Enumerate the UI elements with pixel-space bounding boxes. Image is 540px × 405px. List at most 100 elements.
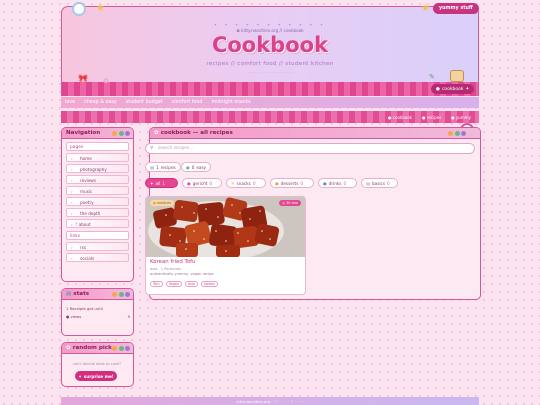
nav-comfort-food[interactable]: comfort food [172,100,203,105]
recipe-card[interactable]: ● medium ◷ 30 min Korean fried Tofu asia… [145,196,306,295]
stats-views-text: views [70,314,82,319]
recipe-tag[interactable]: Vegan [166,281,182,287]
search-input[interactable]: ⚲ search recipes... [145,143,475,154]
recipe-tag[interactable]: korean [201,281,218,287]
breadcrumb: ● cookbook ● recipes ● yummy [61,111,479,123]
sidebar-item-rss[interactable]: rss [66,241,129,251]
filter-all-label: all [155,180,161,186]
recipes-count: 1 [155,164,159,170]
recipes-panel-title: cookbook — all recipes [160,130,233,136]
stats-panel: ▤ stats 1 Receipts got until ● views 5 [61,288,134,336]
ramen-bowl-icon [450,70,464,82]
filter-gericht-count: 0 [209,180,213,186]
minimize-icon[interactable] [112,291,117,297]
bow-icon: 🎀 [78,74,88,83]
site-footer: kitty.neocities.org · ♡ · · · · · ♡ · · … [61,397,479,405]
surprise-me-button[interactable]: ✦ surprise me! [75,371,117,381]
filter-basics-count: 0 [387,180,390,186]
filter-desserts-label: desserts [280,180,299,186]
close-icon[interactable] [125,291,130,297]
stats-title: stats [73,291,90,297]
stats-views-row: ● views 5 [66,314,130,319]
filter-desserts[interactable]: ● desserts 0 [270,178,314,188]
recipe-tag[interactable]: Tofu [150,281,163,287]
navigation-panel-header: Navigation [62,128,133,139]
dessert-icon: ● [275,180,279,186]
recipe-title[interactable]: Korean fried Tofu [150,259,195,265]
nav-cheap-easy[interactable]: cheap & easy [84,100,117,105]
maximize-icon[interactable] [118,345,124,351]
close-icon[interactable] [125,345,130,351]
window-controls [112,130,130,136]
sparkle-icon: ✦ [465,86,470,92]
maximize-icon[interactable] [118,291,124,297]
nav-midnight-snacks[interactable]: midnight snacks [211,100,250,105]
difficulty-label: medium [156,201,171,205]
stats-line-1: 1 Receipts got until [66,306,103,311]
breadcrumb-cookbook[interactable]: ● cookbook [388,115,412,120]
recipe-description: authentically yummy, vegan recipe [150,272,214,276]
filter-drinks[interactable]: ● drinks 0 [318,178,357,188]
nav-student-budget[interactable]: student budget [126,100,163,105]
time-label: 30 min [286,201,298,205]
window-controls [112,345,130,351]
sparkle-icon: ✦ [150,180,154,186]
close-icon[interactable] [461,130,466,136]
difficulty-badge: ● medium [150,200,174,206]
star-icon: ★ [421,3,430,14]
nav-love[interactable]: love [65,100,75,105]
maximize-icon[interactable] [118,130,124,136]
star-icon: ★ [96,3,105,14]
filter-desserts-count: 0 [300,180,304,186]
minimize-icon[interactable] [448,130,453,136]
filter-snacks-label: snacks [236,180,251,186]
dice-icon: ✿ [66,345,71,351]
close-icon[interactable] [125,130,130,136]
sidebar-item-home[interactable]: home [66,152,129,162]
drink-icon: ● [323,180,327,186]
yummy-stuff-button[interactable]: yummy stuff [433,3,479,14]
maximize-icon[interactable] [454,130,460,136]
sparkle-icon: ✦ [78,373,82,379]
pot-icon: ● [187,180,191,186]
site-title: Cookbook [211,33,329,57]
easy-count-chip[interactable]: ● 0 easy [181,162,212,172]
sidebar-item-photography[interactable]: photography [66,163,129,173]
time-badge: ◷ 30 min [279,200,301,206]
sparkle-row: ✦ ✦ ✦ ✦ ✦ ✦ ✦ ✦ ✦ ✦ ✦ [213,22,327,27]
navigation-panel: Navigation pages home photography review… [61,127,134,282]
sidebar-item-about-label: about [78,221,91,227]
sidebar-item-poetry[interactable]: poetry [66,196,129,206]
links-section-label: links [66,231,129,240]
sidebar-item-socials[interactable]: socials [66,252,129,262]
leaf-icon: ✿ [154,130,159,136]
recipes-count-chip[interactable]: ▤ 1 recipes [145,162,181,172]
sidebar-item-about[interactable]: ? about [66,218,129,228]
green-dot-icon: ● [186,164,190,170]
site-header: ✦ ✦ ✦ ✦ ✦ ✦ ✦ ✦ ✦ ✦ ✦ ✿ kitty.neocities.… [61,6,479,94]
random-prompt: can't decide what to cook? [72,362,122,366]
recipes-count-label: recipes [160,164,176,170]
sidebar-item-reviews[interactable]: reviews [66,174,129,184]
minimize-icon[interactable] [112,345,117,351]
sidebar-item-music[interactable]: music [66,185,129,195]
recipe-tag[interactable]: Asia [185,281,198,287]
filter-snacks-count: 0 [252,180,256,186]
breadcrumb-yummy[interactable]: ● yummy [451,115,471,120]
stats-views-label: ● views [66,314,82,319]
search-icon: ⚲ [150,146,154,151]
cookbook-pill[interactable]: ● cookbook ✦ [431,84,475,94]
breadcrumb-recipes-label: recipes [426,114,442,120]
pencil-icon: ✎ [429,73,435,81]
filter-gericht[interactable]: ● gericht 0 [182,178,222,188]
filter-gericht-label: gericht [192,180,208,186]
breadcrumb-recipes[interactable]: ● recipes [422,115,441,120]
filter-snacks[interactable]: ✎ snacks 0 [226,178,266,188]
sidebar-item-the-depth[interactable]: the depth [66,207,129,217]
random-pick-header: ✿ random pick [62,343,133,354]
flower-icon: ✿ [103,77,109,85]
filter-all[interactable]: ✦ all 1 [145,178,178,188]
filter-all-count: 1 [162,180,166,186]
filter-basics[interactable]: ▤ basics 0 [361,178,398,188]
minimize-icon[interactable] [112,130,117,136]
